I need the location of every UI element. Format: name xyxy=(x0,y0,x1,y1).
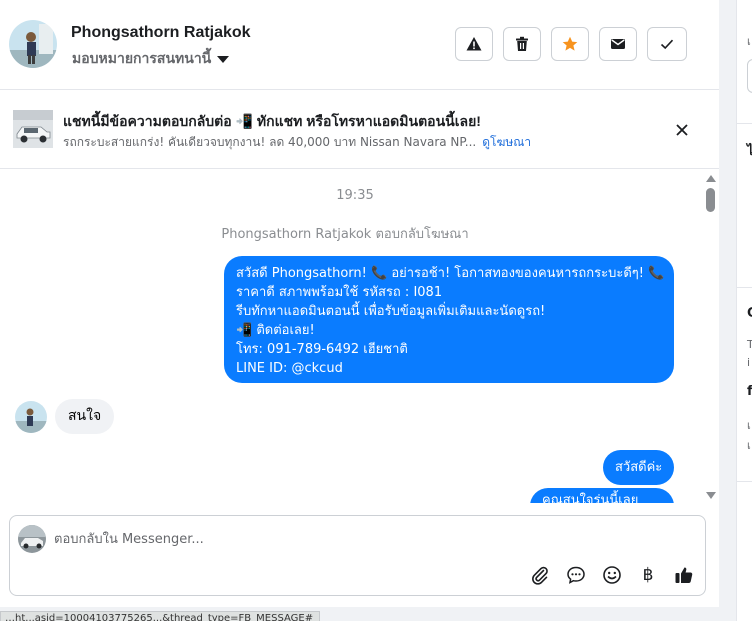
message-timestamp: 19:35 xyxy=(336,188,374,203)
chat-bubble-icon xyxy=(567,566,585,584)
incoming-message[interactable]: สนใจ xyxy=(55,399,115,434)
like-button[interactable] xyxy=(671,562,697,588)
ad-thumbnail[interactable] xyxy=(13,110,53,148)
baht-icon: ฿ xyxy=(642,565,654,585)
star-button[interactable] xyxy=(551,27,589,61)
reply-input[interactable] xyxy=(54,526,674,552)
check-icon xyxy=(660,39,674,50)
ad-description: รถกระบะสายแกร่ง! คันเดียวจบทุกงาน! ลด 40… xyxy=(63,135,477,149)
contact-name[interactable]: Phongsathorn Ratjakok xyxy=(71,24,251,42)
message-thread[interactable]: 19:35 Phongsathorn Ratjakok ตอบกลับโฆษณา… xyxy=(0,169,719,503)
view-ad-link[interactable]: ดูโฆษณา xyxy=(482,135,531,149)
page-avatar xyxy=(18,525,46,553)
divider xyxy=(737,287,752,288)
sender-avatar[interactable] xyxy=(15,401,47,433)
close-icon xyxy=(676,124,688,136)
report-spam-button[interactable] xyxy=(455,27,493,61)
contact-avatar[interactable] xyxy=(9,20,57,68)
message-line: ราคาดี สภาพพร้อมใช้ รหัสรถ : I081 xyxy=(236,285,443,300)
divider xyxy=(737,481,752,482)
emoji-icon xyxy=(603,566,621,584)
saved-replies-button[interactable] xyxy=(563,562,589,588)
panel-text-fragment: T xyxy=(747,338,752,351)
inbox-conversation-panel: Phongsathorn Ratjakok มอบหมายการสนทนานี้ xyxy=(0,0,719,607)
scrollbar-thumb[interactable] xyxy=(706,188,715,212)
ad-reply-banner: แชทนี้มีข้อความตอบกลับต่อ 📲 ทักแชท หรือโ… xyxy=(0,90,719,169)
warning-icon xyxy=(466,37,482,51)
panel-heading-fragment: f xyxy=(747,384,752,399)
message-line: รีบทักหาแอดมินตอนนี้ เพื่อรับข้อมูลเพิ่ม… xyxy=(236,304,546,319)
panel-text-fragment: เ xyxy=(747,439,751,452)
outgoing-ad-message[interactable]: สวัสดี Phongsathorn! 📞 อย่ารอช้า! โอกาสท… xyxy=(224,256,674,383)
panel-text-fragment: เ xyxy=(747,419,751,432)
payment-button[interactable]: ฿ xyxy=(635,562,661,588)
conversation-header: Phongsathorn Ratjakok มอบหมายการสนทนานี้ xyxy=(0,0,719,90)
panel-heading-fragment: ไ xyxy=(747,140,752,161)
emoji-button[interactable] xyxy=(599,562,625,588)
assign-conversation-dropdown[interactable]: มอบหมายการสนทนานี้ xyxy=(72,48,230,70)
close-banner-button[interactable] xyxy=(671,119,693,141)
divider xyxy=(737,123,752,124)
message-line: สวัสดี Phongsathorn! 📞 อย่ารอช้า! โอกาสท… xyxy=(236,266,665,281)
assign-label: มอบหมายการสนทนานี้ xyxy=(72,51,212,67)
paperclip-icon xyxy=(532,566,548,585)
ad-banner-title: แชทนี้มีข้อความตอบกลับต่อ 📲 ทักแชท หรือโ… xyxy=(63,113,481,129)
scroll-down-icon[interactable] xyxy=(706,492,716,499)
contact-details-panel: เ ไ C T i f เ เ xyxy=(736,0,752,621)
panel-heading-fragment: C xyxy=(747,306,752,321)
delete-button[interactable] xyxy=(503,27,541,61)
attach-button[interactable] xyxy=(527,562,553,588)
mark-unread-button[interactable] xyxy=(599,27,637,61)
star-icon xyxy=(562,36,578,51)
ad-banner-subtitle: รถกระบะสายแกร่ง! คันเดียวจบทุกงาน! ลด 40… xyxy=(63,133,531,152)
panel-input[interactable] xyxy=(747,59,752,93)
message-line: โทร: 091-789-6492 เฮียชาติ xyxy=(236,342,408,357)
thread-scrollbar[interactable] xyxy=(703,172,717,502)
caret-down-icon xyxy=(217,55,230,63)
trash-icon xyxy=(516,36,528,51)
outgoing-message[interactable]: สวัสดีค่ะ xyxy=(603,450,675,485)
mark-done-button[interactable] xyxy=(647,27,687,61)
thumbs-up-icon xyxy=(675,567,693,583)
message-line: LINE ID: @ckcud xyxy=(236,361,343,376)
panel-text-fragment: i xyxy=(747,356,751,369)
reply-composer: ฿ xyxy=(9,515,706,596)
ad-reply-note: Phongsathorn Ratjakok ตอบกลับโฆษณา xyxy=(221,227,469,242)
mail-icon xyxy=(611,39,625,49)
outgoing-message[interactable]: คุณสนใจรุ่นนี้เลย xyxy=(530,488,674,503)
message-line: 📲 ติดต่อเลย! xyxy=(236,323,315,338)
panel-text-fragment: เ xyxy=(747,35,751,48)
browser-status-url: …ht...asid=10004103775265...&thread_type… xyxy=(0,611,320,621)
scroll-up-icon[interactable] xyxy=(706,175,716,182)
